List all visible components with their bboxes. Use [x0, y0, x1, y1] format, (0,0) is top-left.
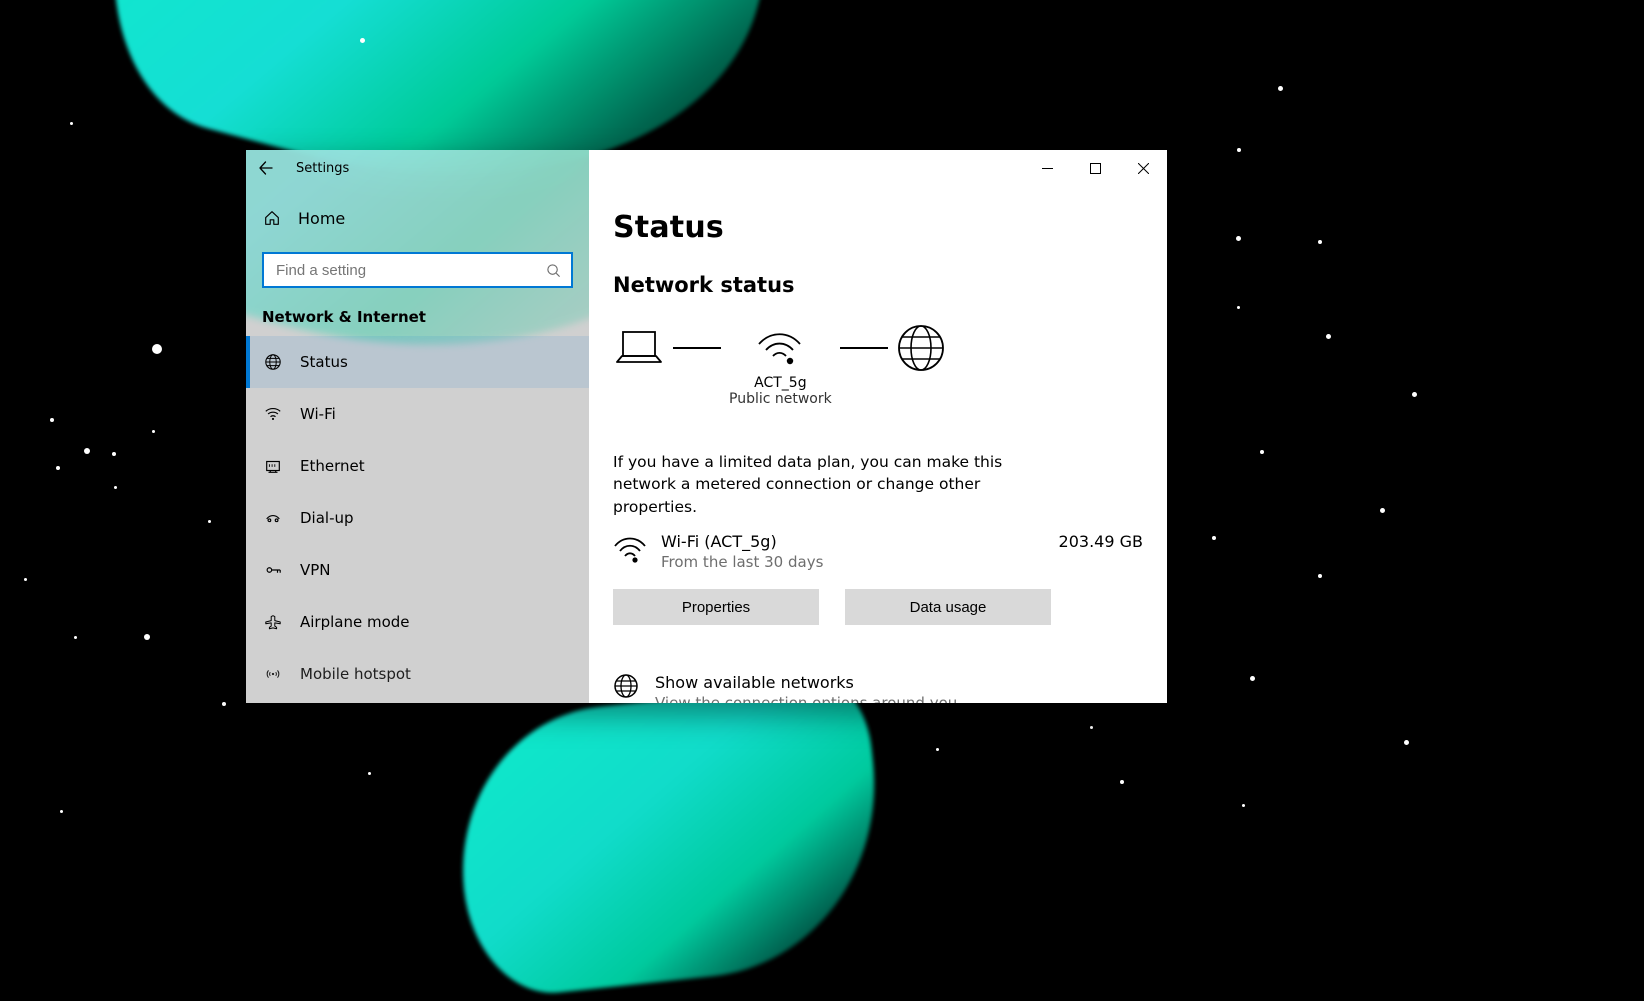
diagram-line — [665, 325, 729, 371]
section-title: Network status — [613, 273, 1143, 297]
sidebar-item-label: Dial-up — [300, 509, 354, 527]
sidebar-nav: Status Wi-Fi Ethernet — [246, 336, 589, 700]
diagram-computer — [613, 325, 665, 371]
globe-large-icon — [896, 325, 946, 371]
window-titlebar[interactable]: Settings — [246, 150, 1167, 186]
sidebar-item-status[interactable]: Status — [246, 336, 589, 388]
network-list-icon — [613, 673, 639, 699]
globe-icon — [262, 353, 284, 371]
search-wrap — [262, 252, 573, 288]
data-usage-value: 203.49 GB — [1035, 532, 1143, 551]
maximize-icon — [1090, 163, 1101, 174]
sidebar-item-ethernet[interactable]: Ethernet — [246, 440, 589, 492]
sidebar-item-wifi[interactable]: Wi-Fi — [246, 388, 589, 440]
sidebar-item-label: Wi-Fi — [300, 405, 336, 423]
diagram-line — [832, 325, 896, 371]
sidebar-item-vpn[interactable]: VPN — [246, 544, 589, 596]
minimize-button[interactable] — [1023, 150, 1071, 186]
sidebar-item-label: VPN — [300, 561, 331, 579]
sidebar-item-airplane[interactable]: Airplane mode — [246, 596, 589, 648]
sidebar-item-label: Status — [300, 353, 348, 371]
connection-period: From the last 30 days — [661, 553, 1035, 571]
home-icon — [262, 209, 282, 227]
sidebar-item-label: Airplane mode — [300, 613, 410, 631]
wifi-icon — [262, 405, 284, 423]
hotspot-icon — [262, 665, 284, 683]
search-input[interactable] — [276, 254, 546, 286]
diagram-internet — [896, 325, 946, 371]
show-networks-title: Show available networks — [655, 673, 962, 692]
show-available-networks[interactable]: Show available networks View the connect… — [613, 673, 1143, 703]
data-usage-button[interactable]: Data usage — [845, 589, 1051, 625]
back-button[interactable] — [246, 150, 286, 186]
wifi-large-icon — [755, 325, 805, 371]
home-label: Home — [298, 209, 345, 228]
minimize-icon — [1042, 163, 1053, 174]
home-nav[interactable]: Home — [246, 194, 589, 242]
dialup-icon — [262, 509, 284, 527]
sidebar-item-hotspot[interactable]: Mobile hotspot — [246, 648, 589, 700]
connection-name: Wi-Fi (ACT_5g) — [661, 532, 1035, 551]
sidebar-item-label: Ethernet — [300, 457, 365, 475]
show-networks-subtitle: View the connection options around you. — [655, 694, 962, 703]
connection-row: Wi-Fi (ACT_5g) From the last 30 days 203… — [613, 532, 1143, 571]
sidebar-item-label: Mobile hotspot — [300, 665, 411, 683]
diagram-router: ACT_5g Public network — [729, 325, 832, 407]
ethernet-icon — [262, 457, 284, 475]
vpn-icon — [262, 561, 284, 579]
search-icon — [546, 263, 561, 278]
network-diagram: ACT_5g Public network — [613, 325, 1143, 407]
settings-window: Settings Home — [246, 150, 1167, 703]
sidebar: Home Network & Internet Status — [246, 150, 589, 703]
close-button[interactable] — [1119, 150, 1167, 186]
laptop-icon — [613, 325, 665, 371]
content: Status Network status ACT_5g Public netw… — [589, 150, 1167, 703]
maximize-button[interactable] — [1071, 150, 1119, 186]
metered-description: If you have a limited data plan, you can… — [613, 451, 1063, 518]
diagram-network-type: Public network — [729, 391, 832, 407]
wifi-conn-icon — [613, 532, 661, 566]
properties-button[interactable]: Properties — [613, 589, 819, 625]
sidebar-item-dialup[interactable]: Dial-up — [246, 492, 589, 544]
airplane-icon — [262, 613, 284, 631]
close-icon — [1138, 163, 1149, 174]
page-title: Status — [613, 210, 1143, 245]
window-title: Settings — [286, 150, 349, 186]
search-input-container[interactable] — [262, 252, 573, 288]
sidebar-category: Network & Internet — [246, 302, 589, 332]
diagram-network-name: ACT_5g — [754, 375, 806, 391]
back-arrow-icon — [258, 160, 274, 176]
